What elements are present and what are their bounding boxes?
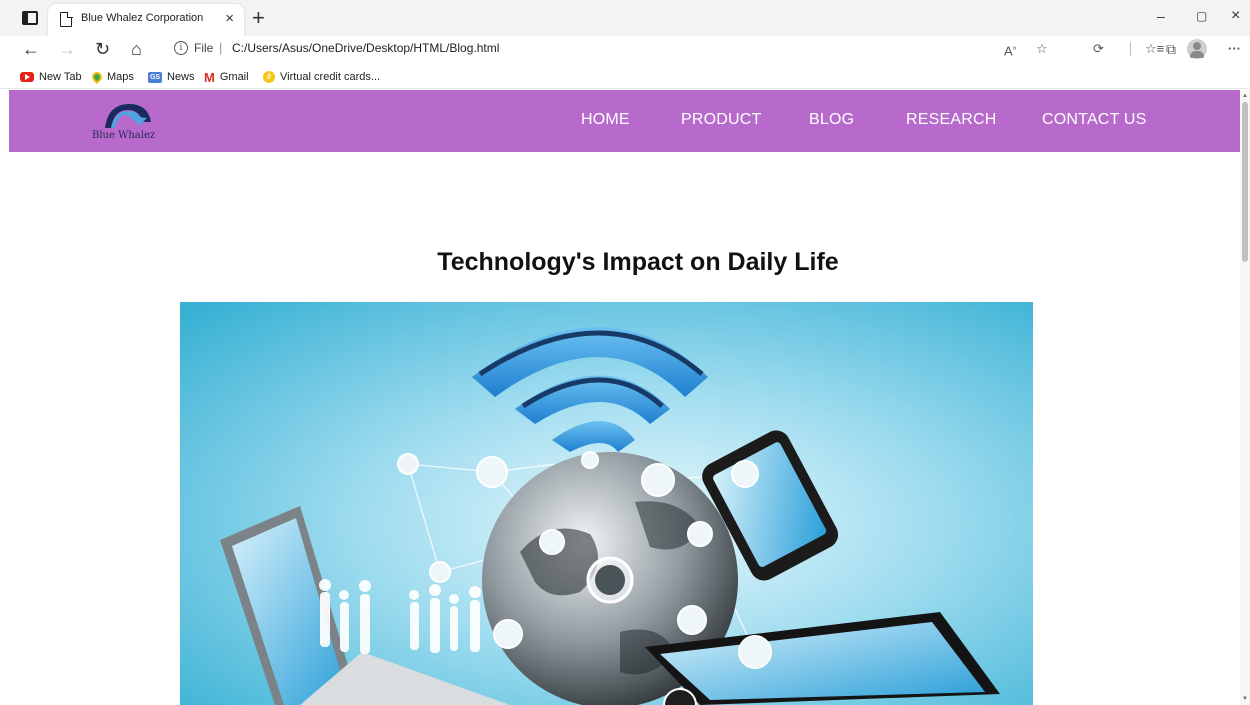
news-icon: GS <box>148 71 162 83</box>
address-separator: | <box>219 40 223 55</box>
scroll-up-arrow[interactable]: ▲ <box>1242 93 1248 99</box>
tab-actions-icon[interactable] <box>22 11 38 25</box>
new-tab-button[interactable]: + <box>252 5 265 31</box>
scroll-down-arrow[interactable]: ▼ <box>1242 696 1248 702</box>
nav-research[interactable]: RESEARCH <box>906 111 997 129</box>
network-hub-icon <box>586 556 634 604</box>
bookmark-gmail[interactable]: M Gmail <box>204 69 249 85</box>
close-window-button[interactable]: × <box>1231 6 1240 26</box>
nav-contact-us[interactable]: CONTACT US <box>1042 111 1147 129</box>
site-navbar: Blue Whalez HOME PRODUCT BLOG RESEARCH C… <box>9 90 1243 152</box>
virtual-card-icon: ∂ <box>263 71 275 83</box>
brand-name: Blue Whalez <box>92 130 156 141</box>
favorites-icon[interactable]: ☆≡ <box>1145 40 1164 58</box>
bookmark-new-tab[interactable]: New Tab <box>20 69 82 85</box>
scroll-thumb[interactable] <box>1242 102 1248 262</box>
address-scheme-label: File <box>194 41 214 55</box>
refresh-button[interactable]: ↻ <box>95 38 110 60</box>
favorites-bar: New Tab Maps GS News M Gmail ∂ Virtual c… <box>0 63 1250 89</box>
tab-close-icon[interactable]: × <box>225 10 234 28</box>
add-favorite-icon[interactable]: ☆ <box>1036 40 1048 58</box>
address-url[interactable]: C:/Users/Asus/OneDrive/Desktop/HTML/Blog… <box>232 41 499 55</box>
toolbar-divider <box>1130 42 1131 56</box>
whale-logo-icon <box>105 104 151 128</box>
bookmark-news[interactable]: GS News <box>148 69 195 85</box>
brand-logo[interactable]: Blue Whalez <box>81 98 171 146</box>
collections-icon[interactable]: ⧉ <box>1166 40 1176 58</box>
technology-illustration <box>180 302 1033 705</box>
minimize-button[interactable]: – <box>1157 6 1165 26</box>
bookmark-virtual-cards[interactable]: ∂ Virtual credit cards... <box>263 69 380 85</box>
vertical-scrollbar[interactable]: ▲ ▼ <box>1240 90 1250 705</box>
bookmark-label: Maps <box>107 71 134 83</box>
profile-avatar[interactable] <box>1187 39 1207 59</box>
address-bar[interactable]: i File | C:/Users/Asus/OneDrive/Desktop/… <box>164 38 1034 60</box>
bookmark-label: Gmail <box>219 71 249 83</box>
nav-blog[interactable]: BLOG <box>809 111 854 129</box>
info-icon[interactable]: i <box>174 41 188 55</box>
page-viewport: Blue Whalez HOME PRODUCT BLOG RESEARCH C… <box>0 90 1250 705</box>
bookmark-label: New Tab <box>39 71 82 83</box>
back-button[interactable]: ← <box>22 38 40 60</box>
extensions-icon[interactable]: ⟳ <box>1093 40 1104 58</box>
nav-product[interactable]: PRODUCT <box>681 111 762 129</box>
nav-home[interactable]: HOME <box>581 111 630 129</box>
restore-button[interactable]: ▢ <box>1196 6 1207 26</box>
article-title: Technology's Impact on Daily Life <box>437 248 839 276</box>
maps-icon <box>89 69 105 85</box>
bookmark-label: News <box>167 71 195 83</box>
tab-strip: Blue Whalez Corporation × + – ▢ × <box>0 0 1250 36</box>
page-icon <box>60 11 73 27</box>
youtube-icon <box>20 72 34 82</box>
read-aloud-icon[interactable]: A» <box>1004 40 1017 60</box>
settings-more-icon[interactable]: ··· <box>1228 40 1241 58</box>
bookmark-label: Virtual credit cards... <box>280 71 381 83</box>
tab-title: Blue Whalez Corporation <box>81 12 204 24</box>
browser-toolbar: ← → ↻ ⌂ i File | C:/Users/Asus/OneDrive/… <box>0 36 1250 63</box>
gmail-icon: M <box>204 69 215 85</box>
forward-button[interactable]: → <box>58 38 76 60</box>
active-tab[interactable]: Blue Whalez Corporation × <box>48 4 244 36</box>
hero-image <box>180 302 1033 705</box>
bookmark-maps[interactable]: Maps <box>89 69 134 85</box>
home-button[interactable]: ⌂ <box>131 38 142 60</box>
